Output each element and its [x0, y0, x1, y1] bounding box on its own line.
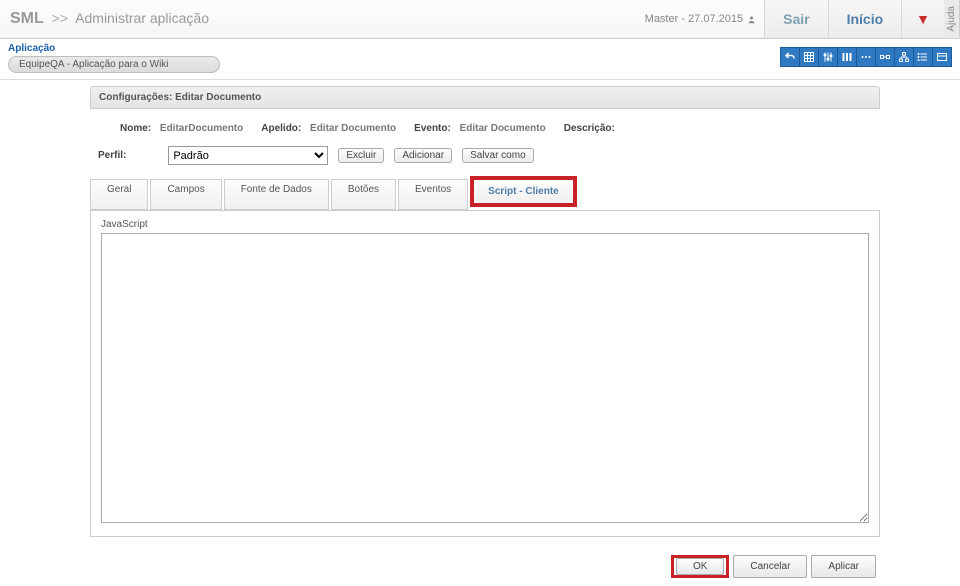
master-info: Master - 27.07.2015	[645, 13, 756, 25]
master-text: Master - 27.07.2015	[645, 13, 743, 25]
tab-eventos[interactable]: Eventos	[398, 179, 468, 210]
help-tab[interactable]: Ajuda	[944, 0, 960, 38]
tab-script-cliente[interactable]: Script - Cliente	[470, 176, 577, 207]
nome-value: EditarDocumento	[160, 123, 243, 134]
separator	[0, 79, 960, 80]
tool-dots-icon[interactable]	[856, 47, 876, 67]
toolbar	[781, 47, 952, 67]
tool-columns-icon[interactable]	[837, 47, 857, 67]
evento-label: Evento:	[414, 123, 451, 134]
descricao-label: Descrição:	[564, 123, 615, 134]
excluir-button[interactable]: Excluir	[338, 148, 384, 163]
tool-tree-icon[interactable]	[894, 47, 914, 67]
evento-value: Editar Documento	[460, 123, 546, 134]
apelido-value: Editar Documento	[310, 123, 396, 134]
tool-list-icon[interactable]	[913, 47, 933, 67]
perfil-label: Perfil:	[98, 150, 126, 161]
javascript-label: JavaScript	[101, 219, 869, 230]
tab-botoes[interactable]: Botões	[331, 179, 396, 210]
tool-sliders-icon[interactable]	[818, 47, 838, 67]
tab-fonte-dados[interactable]: Fonte de Dados	[224, 179, 329, 210]
perfil-select[interactable]: Padrão	[168, 146, 328, 165]
breadcrumb: SML >> Administrar aplicação	[0, 10, 645, 28]
tool-grid-icon[interactable]	[799, 47, 819, 67]
content-area: Configurações: Editar Documento Nome: Ed…	[0, 86, 960, 578]
sair-button[interactable]: Sair	[764, 0, 827, 38]
top-bar: SML >> Administrar aplicação Master - 27…	[0, 0, 960, 39]
user-icon	[747, 15, 756, 24]
tabs: Geral Campos Fonte de Dados Botões Event…	[90, 179, 880, 210]
editor-area: JavaScript	[90, 210, 880, 537]
descricao-field: Descrição:	[564, 123, 621, 134]
tool-undo-icon[interactable]	[780, 47, 800, 67]
app-label: Aplicação	[8, 43, 781, 54]
second-row: Aplicação EquipeQA - Aplicação para o Wi…	[0, 39, 960, 79]
adicionar-button[interactable]: Adicionar	[394, 148, 452, 163]
evento-field: Evento: Editar Documento	[414, 123, 546, 134]
tab-campos[interactable]: Campos	[150, 179, 221, 210]
inicio-button[interactable]: Início	[828, 0, 902, 38]
tab-geral[interactable]: Geral	[90, 179, 148, 210]
page-title: Administrar aplicação	[75, 10, 209, 26]
salvar-como-button[interactable]: Salvar como	[462, 148, 534, 163]
javascript-textarea[interactable]	[101, 233, 869, 523]
app-selector-area: Aplicação EquipeQA - Aplicação para o Wi…	[8, 43, 781, 73]
perfil-row: Perfil: Padrão Excluir Adicionar Salvar …	[98, 146, 880, 165]
apelido-field: Apelido: Editar Documento	[261, 123, 396, 134]
nome-field: Nome: EditarDocumento	[120, 123, 243, 134]
tool-flow-icon[interactable]	[875, 47, 895, 67]
meta-row: Nome: EditarDocumento Apelido: Editar Do…	[120, 123, 880, 134]
apelido-label: Apelido:	[261, 123, 301, 134]
tool-card-icon[interactable]	[932, 47, 952, 67]
nome-label: Nome:	[120, 123, 151, 134]
breadcrumb-sep: >>	[52, 10, 68, 26]
config-header: Configurações: Editar Documento	[90, 86, 880, 109]
dropdown-caret-button[interactable]: ▼	[901, 0, 944, 38]
app-dropdown[interactable]: EquipeQA - Aplicação para o Wiki	[8, 56, 220, 73]
app-name: SML	[10, 10, 44, 27]
